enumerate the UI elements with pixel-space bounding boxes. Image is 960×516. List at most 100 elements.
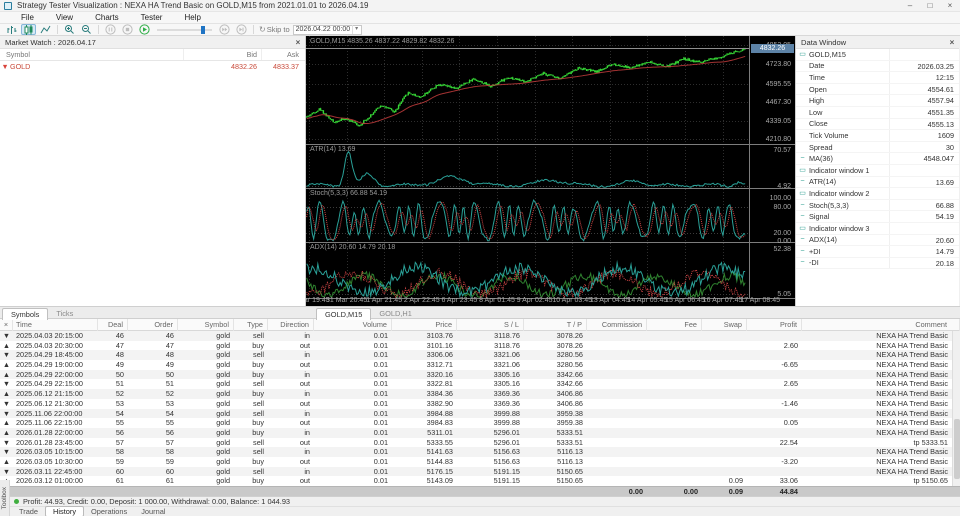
column-header-comment[interactable]: Comment bbox=[802, 319, 960, 331]
column-header-commission[interactable]: Commission bbox=[587, 319, 647, 331]
maximize-button[interactable]: □ bbox=[920, 0, 940, 12]
cell-volume: 0.01 bbox=[373, 389, 388, 399]
column-header-volume[interactable]: Volume bbox=[314, 319, 392, 331]
history-row[interactable]: ▼ 2026.03.05 10:15:00 58 58 gold sell in 0.01 51… bbox=[0, 447, 960, 457]
column-header-price[interactable]: Price bbox=[392, 319, 457, 331]
column-header-swap[interactable]: Swap bbox=[702, 319, 747, 331]
column-header-deal[interactable]: Deal bbox=[98, 319, 128, 331]
cell-comment: NEXA HA Trend Basic bbox=[876, 379, 948, 389]
history-row[interactable]: ▼ 2025.04.29 22:15:00 51 51 gold sell out 0.01 3… bbox=[0, 379, 960, 389]
chart-candles-button[interactable] bbox=[21, 24, 36, 35]
buy-deal-icon: ▲ bbox=[2, 389, 11, 399]
column-header-tp[interactable]: T / P bbox=[524, 319, 587, 331]
cell-order: 56 bbox=[165, 427, 174, 437]
speed-slider[interactable] bbox=[157, 25, 212, 34]
table-scrollbar[interactable] bbox=[952, 331, 960, 486]
chart-line-button[interactable] bbox=[38, 24, 53, 35]
cell-volume: 0.01 bbox=[373, 427, 388, 437]
indicator-icon: ~ bbox=[800, 155, 805, 163]
start-button[interactable] bbox=[137, 24, 152, 35]
column-header-fee[interactable]: Fee bbox=[647, 319, 702, 331]
menu-item-help[interactable]: Help bbox=[173, 12, 211, 24]
chart-canvas[interactable] bbox=[306, 36, 795, 306]
time-axis-label: 13 Apr 04:45 bbox=[589, 297, 630, 304]
bid-value: 4832.26 bbox=[231, 62, 257, 71]
cell-time: 2025.06.12 21:30:00 bbox=[16, 398, 83, 408]
chart-bars-button[interactable] bbox=[4, 24, 19, 35]
history-row[interactable]: ▲ 2025.11.06 22:15:00 55 55 gold buy out 0.01 39… bbox=[0, 418, 960, 428]
cell-comment: NEXA HA Trend Basic bbox=[876, 408, 948, 418]
zoom-in-button[interactable] bbox=[62, 24, 77, 35]
minimize-button[interactable]: – bbox=[900, 0, 920, 12]
history-row[interactable]: ▲2026.03.12 01:00:006161goldbuyout0.0151… bbox=[0, 476, 960, 486]
column-header-order[interactable]: Order bbox=[128, 319, 178, 331]
price-axis-label: 0.00 bbox=[777, 238, 791, 245]
history-row[interactable]: ▲ 2025.04.29 19:00:00 49 49 gold buy out 0.01 33… bbox=[0, 360, 960, 370]
history-row[interactable]: ▲ 2025.04.29 22:00:00 50 50 gold buy in 0.01 332… bbox=[0, 369, 960, 380]
tab-ticks[interactable]: Ticks bbox=[48, 308, 81, 320]
cell-profit: -1.46 bbox=[781, 398, 798, 408]
data-window-row: Date 2026.03.25 bbox=[796, 60, 959, 73]
skip-to-dropdown[interactable]: ▾ bbox=[351, 25, 361, 34]
history-row[interactable]: ▼ 2025.11.06 22:00:00 54 54 gold sell in 0.01 39… bbox=[0, 408, 960, 419]
data-window-field-name: Indicator window 2 bbox=[809, 188, 870, 198]
fast-forward-button[interactable] bbox=[217, 24, 232, 35]
bottom-tab-trade[interactable]: Trade bbox=[12, 507, 45, 516]
column-header-sl[interactable]: S / L bbox=[457, 319, 524, 331]
skip-to-icon: ↻ bbox=[259, 25, 266, 34]
menu-item-view[interactable]: View bbox=[45, 12, 84, 24]
cell-order: 48 bbox=[165, 350, 174, 360]
bottom-tab-journal[interactable]: Journal bbox=[134, 507, 172, 516]
menu-item-file[interactable]: File bbox=[10, 12, 45, 24]
cell-direction: in bbox=[304, 427, 310, 437]
scrollbar-thumb[interactable] bbox=[954, 419, 960, 479]
indicator-icon: ~ bbox=[800, 247, 805, 255]
history-row[interactable]: ▼ 2025.04.03 20:15:00 46 46 gold sell in 0.01 31… bbox=[0, 331, 960, 341]
speed-slider-handle[interactable] bbox=[201, 26, 205, 34]
pause-button[interactable] bbox=[103, 24, 118, 35]
history-row[interactable]: ▼ 2026.03.11 22:45:00 60 60 gold sell in 0.01 51… bbox=[0, 466, 960, 477]
market-watch-row[interactable]: ▼ GOLD 4832.26 4833.37 bbox=[0, 61, 305, 72]
history-row[interactable]: ▼ 2026.01.28 23:45:00 57 57 gold sell out 0.01 5… bbox=[0, 438, 960, 448]
cell-order: 54 bbox=[165, 408, 174, 418]
tab-symbols[interactable]: Symbols bbox=[2, 308, 49, 320]
skip-end-button[interactable] bbox=[234, 24, 249, 35]
data-window-field-value: 4551.35 bbox=[889, 106, 959, 118]
cell-time: 2026.01.28 22:00:00 bbox=[16, 427, 83, 437]
bottom-tab-operations[interactable]: Operations bbox=[84, 507, 134, 516]
history-row[interactable]: ▼ 2025.06.12 21:30:00 53 53 gold sell out 0.01 3… bbox=[0, 399, 960, 409]
column-header-symbol[interactable]: Symbol bbox=[178, 319, 234, 331]
current-price-tag: 4832.26 bbox=[751, 44, 794, 53]
cell-commission bbox=[587, 428, 647, 438]
chart-tab-gold-h1[interactable]: GOLD,H1 bbox=[371, 308, 419, 320]
history-row[interactable]: ▲ 2025.04.03 20:30:00 47 47 gold buy out 0.01 31… bbox=[0, 341, 960, 351]
totals-row: 0.00 0.00 0.09 44.84 bbox=[0, 486, 960, 496]
menu-item-tester[interactable]: Tester bbox=[130, 12, 174, 24]
data-window-field-value bbox=[889, 49, 959, 60]
history-row[interactable]: ▲ 2025.06.12 21:15:00 52 52 gold buy in 0.01 338… bbox=[0, 389, 960, 399]
bottom-tab-history[interactable]: History bbox=[45, 506, 85, 516]
cell-fee bbox=[647, 360, 702, 370]
toolbox-side-tab[interactable]: Toolbox bbox=[0, 480, 10, 516]
history-row[interactable]: ▲ 2026.03.05 10:30:00 59 59 gold buy out 0.01 51… bbox=[0, 457, 960, 467]
sell-deal-icon: ▼ bbox=[2, 447, 11, 457]
column-header-time[interactable]: Time bbox=[13, 319, 98, 331]
zoom-out-button[interactable] bbox=[79, 24, 94, 35]
market-watch-close-icon[interactable]: × bbox=[291, 38, 305, 47]
column-header-profit[interactable]: Profit bbox=[747, 319, 802, 331]
data-window-close-icon[interactable]: × bbox=[945, 38, 959, 47]
close-button[interactable]: × bbox=[940, 0, 960, 12]
chart-tab-gold-m15[interactable]: GOLD,M15 bbox=[316, 308, 372, 320]
column-header-direction[interactable]: Direction bbox=[268, 319, 314, 331]
chart-area[interactable]: GOLD,M15 4835.26 4837.22 4829.82 4832.26… bbox=[306, 36, 795, 306]
column-header-type[interactable]: Type bbox=[234, 319, 268, 331]
history-row[interactable]: ▼ 2025.04.29 18:45:00 48 48 gold sell in 0.01 33… bbox=[0, 350, 960, 361]
sell-deal-icon: ▼ bbox=[2, 379, 11, 389]
stop-button[interactable] bbox=[120, 24, 135, 35]
table-close-icon[interactable]: × bbox=[0, 319, 13, 331]
cell-deal: 55 bbox=[115, 418, 124, 428]
menu-item-charts[interactable]: Charts bbox=[84, 12, 130, 24]
cell-deal: 47 bbox=[115, 340, 124, 350]
skip-to-input[interactable] bbox=[293, 26, 352, 33]
history-row[interactable]: ▲ 2026.01.28 22:00:00 56 56 gold buy in 0.01 531… bbox=[0, 427, 960, 438]
